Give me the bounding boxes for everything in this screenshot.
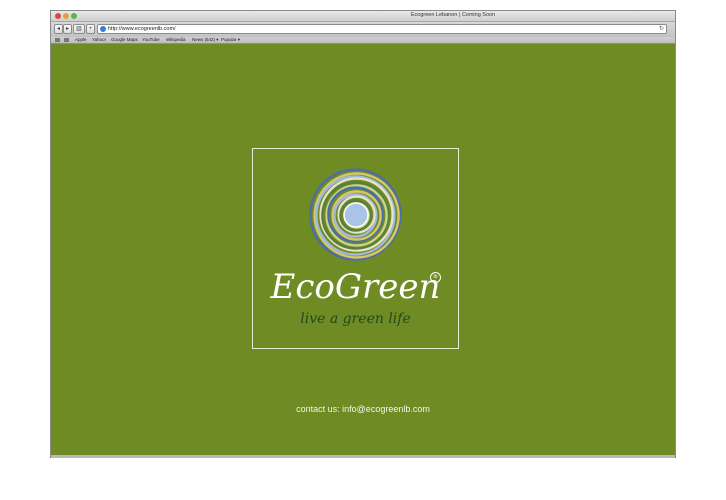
top-sites-icon[interactable]: [64, 38, 69, 42]
bookmark-wikipedia[interactable]: Wikipedia: [166, 37, 186, 43]
bookmark-youtube[interactable]: YouTube: [142, 37, 160, 43]
logo-frame: EcoGreen lb live a green life: [252, 148, 459, 349]
browser-window: Ecogreen Lebanon | Coming Soon ◂ ▸ ▥ + h…: [51, 11, 675, 457]
bookmark-yahoo[interactable]: Yahoo!: [92, 37, 106, 43]
browser-toolbar: ◂ ▸ ▥ + http://www.ecogreenlb.com/ ↻: [51, 22, 675, 37]
bookmarks-bar: Apple Yahoo! Google Maps YouTube Wikiped…: [51, 37, 675, 44]
status-bar: [51, 455, 675, 458]
bookmark-apple[interactable]: Apple: [75, 37, 87, 43]
bookmark-google-maps[interactable]: Google Maps: [111, 37, 138, 43]
tagline: live a green life: [300, 311, 411, 327]
reload-icon[interactable]: ↻: [659, 25, 664, 33]
back-button[interactable]: ◂: [54, 24, 63, 34]
url-field[interactable]: http://www.ecogreenlb.com/: [108, 25, 176, 33]
bookmarks-button[interactable]: ▥: [73, 24, 85, 34]
contact-text: contact us: info@ecogreenlb.com: [296, 404, 430, 414]
logo-core: [343, 202, 369, 228]
registered-mark: lb: [430, 272, 441, 283]
title-bar: Ecogreen Lebanon | Coming Soon: [51, 11, 675, 22]
web-page: EcoGreen lb live a green life contact us…: [51, 44, 675, 457]
brand-name: EcoGreen: [270, 267, 441, 307]
bookmark-news[interactable]: News (542) ▾: [192, 37, 219, 43]
bookmark-popular[interactable]: Popular ▾: [221, 37, 240, 43]
add-bookmark-button[interactable]: +: [86, 24, 95, 34]
window-title: Ecogreen Lebanon | Coming Soon: [410, 12, 496, 18]
address-bar[interactable]: http://www.ecogreenlb.com/ ↻: [97, 24, 667, 34]
globe-icon: [100, 26, 106, 32]
reading-list-icon[interactable]: [55, 38, 60, 42]
forward-button[interactable]: ▸: [63, 24, 72, 34]
